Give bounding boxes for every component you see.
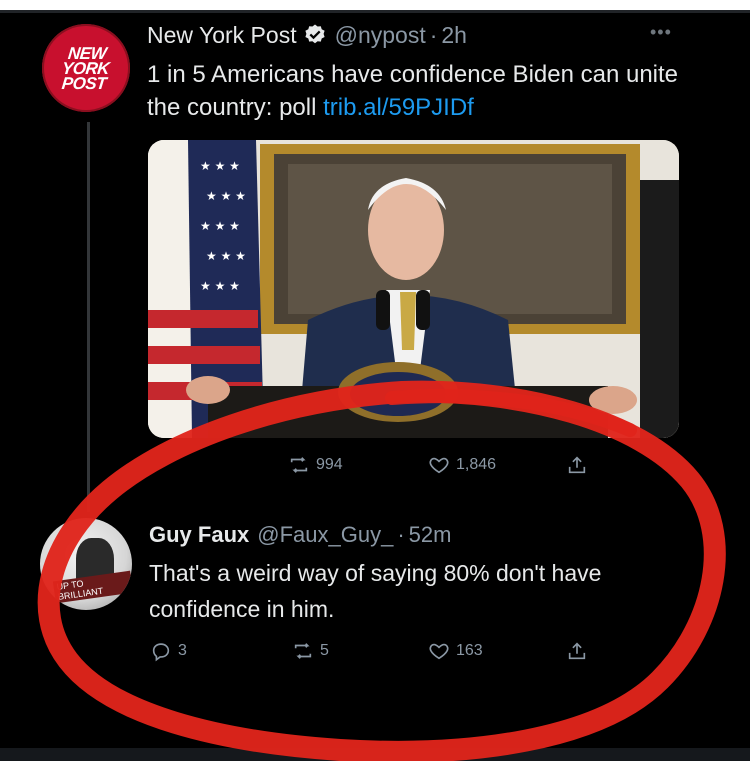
author-name[interactable]: New York Post [147, 22, 297, 49]
svg-text:★ ★ ★: ★ ★ ★ [206, 189, 246, 203]
separator: · [397, 522, 405, 547]
reply-count: 3 [178, 642, 187, 659]
tweet-image[interactable]: ★ ★ ★ ★ ★ ★ ★ ★ ★ ★ ★ ★ ★ ★ ★ [148, 140, 679, 438]
author-handle[interactable]: @nypost [335, 22, 426, 49]
bottom-strip [0, 748, 750, 761]
retweet-count: 5 [320, 642, 329, 659]
like-count: 163 [456, 642, 483, 659]
reply-actions: 3 5 163 [0, 640, 750, 668]
retweet-button[interactable]: 5 [292, 640, 329, 662]
tweet-actions: 994 1,846 [0, 454, 750, 482]
guy-faux-avatar[interactable]: UP TO BRILLIANT [40, 518, 132, 610]
reply-author-name[interactable]: Guy Faux [149, 522, 249, 548]
reply-text: That's a weird way of saying 80% don't h… [149, 560, 602, 622]
svg-text:★ ★ ★: ★ ★ ★ [206, 249, 246, 263]
share-button[interactable] [566, 640, 588, 662]
reply-header: Guy Faux @Faux_Guy_ · 52m [149, 520, 451, 550]
retweet-icon [290, 457, 308, 473]
press-conference-photo: ★ ★ ★ ★ ★ ★ ★ ★ ★ ★ ★ ★ ★ ★ ★ [148, 140, 679, 438]
reply-author-handle[interactable]: @Faux_Guy_ [257, 522, 393, 548]
retweet-icon [294, 643, 312, 659]
like-icon [429, 643, 449, 660]
tweet-text: 1 in 5 Americans have confidence Biden c… [147, 58, 707, 124]
like-button[interactable]: 1,846 [428, 454, 496, 476]
svg-text:★ ★ ★: ★ ★ ★ [200, 219, 240, 233]
svg-text:★ ★ ★: ★ ★ ★ [200, 159, 240, 173]
reply-timestamp[interactable]: 52m [409, 522, 452, 548]
nypost-avatar[interactable]: NEW YORK POST [42, 24, 130, 112]
like-button[interactable]: 163 [428, 640, 483, 662]
retweet-count: 994 [316, 456, 343, 473]
tweet-header: New York Post @nypost · 2h [147, 20, 467, 50]
top-border [0, 0, 750, 10]
retweet-button[interactable]: 994 [288, 454, 343, 476]
tweet-link[interactable]: trib.al/59PJIDf [323, 94, 474, 121]
share-icon [568, 456, 586, 474]
timestamp[interactable]: 2h [441, 22, 467, 49]
like-icon [429, 457, 449, 474]
reply-icon [152, 643, 170, 662]
svg-text:★ ★ ★: ★ ★ ★ [200, 279, 240, 293]
nypost-logo: NEW YORK POST [61, 43, 111, 93]
more-icon[interactable]: ••• [650, 22, 672, 43]
divider [0, 10, 750, 13]
separator: · [429, 21, 438, 48]
verified-icon [304, 24, 325, 44]
reply-button[interactable]: 3 [150, 640, 187, 662]
share-button[interactable] [566, 454, 588, 476]
share-icon [568, 642, 586, 660]
avatar-badge: UP TO BRILLIANT [52, 570, 132, 604]
like-count: 1,846 [456, 456, 497, 473]
